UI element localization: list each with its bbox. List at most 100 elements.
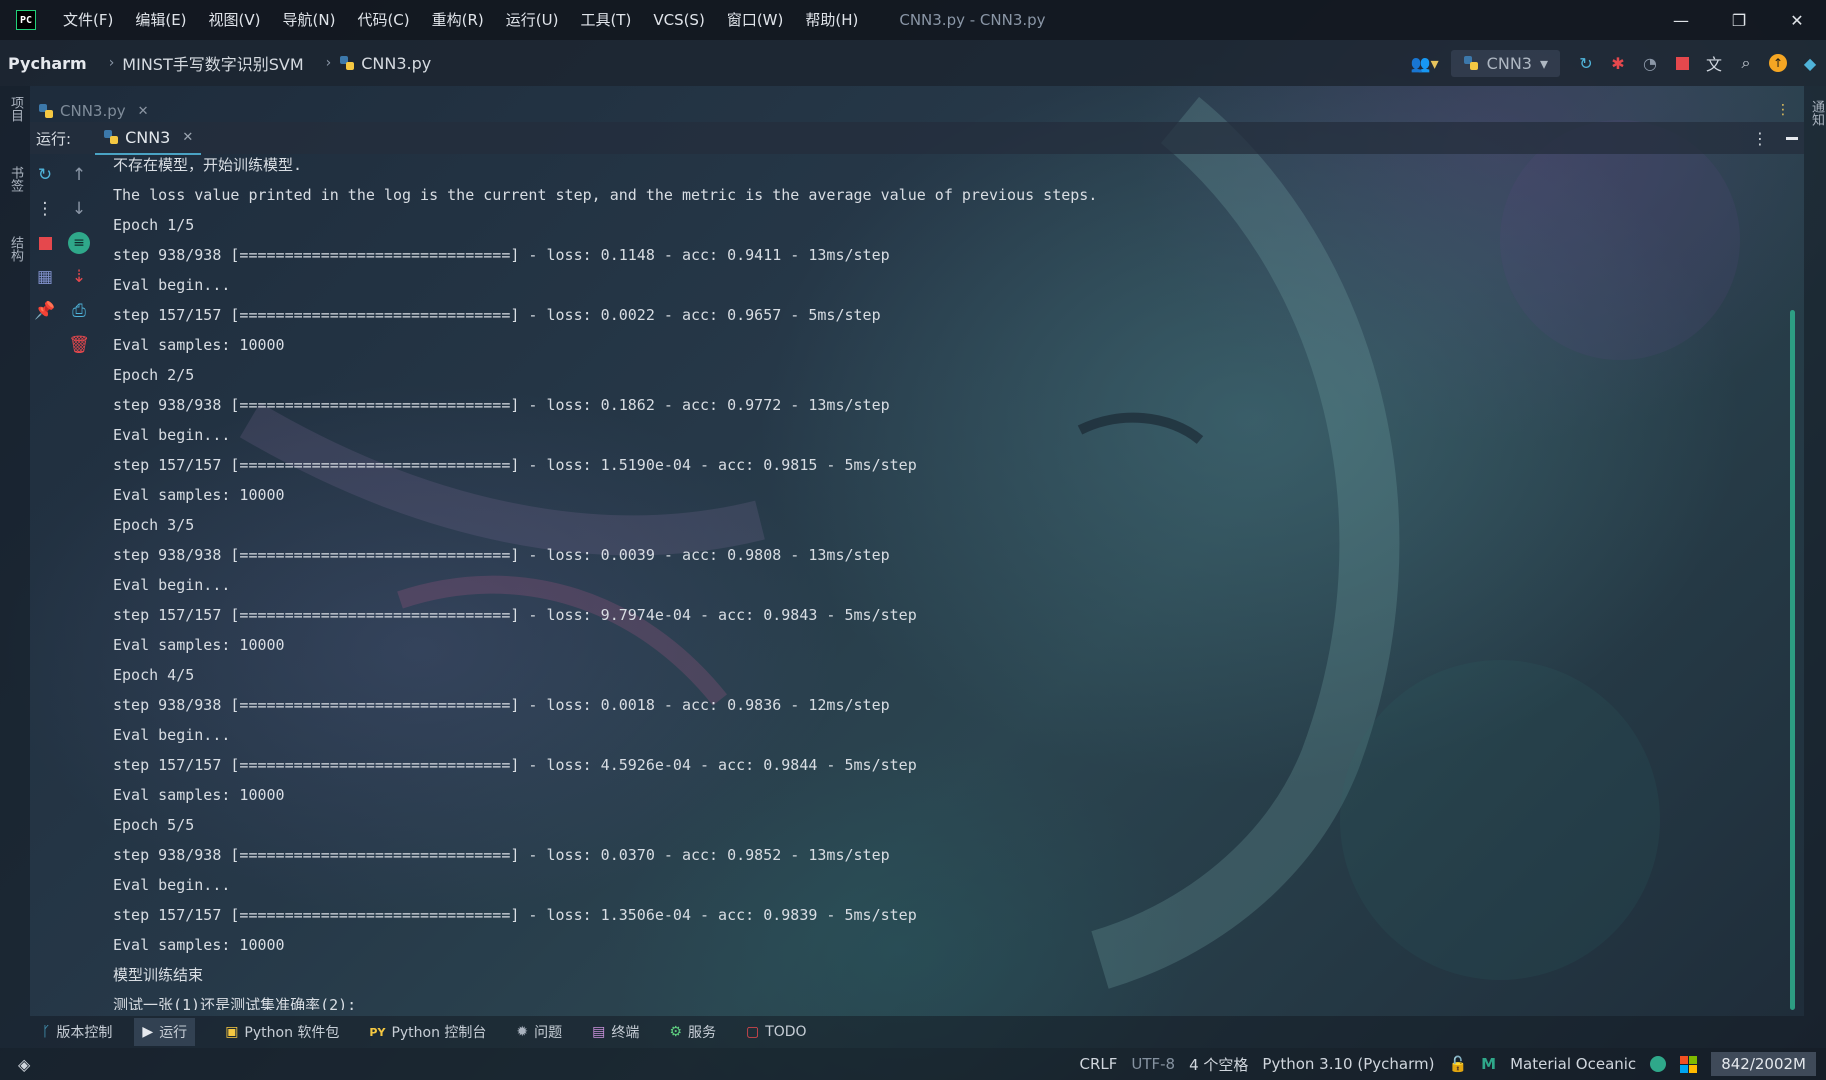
run-config-selector[interactable]: CNN3 ▾ [1450,49,1560,77]
update-icon[interactable]: ↑ [1762,40,1794,86]
line-separator[interactable]: CRLF [1079,1055,1117,1073]
window-controls: — ❐ ✕ [1652,0,1826,40]
tab-run[interactable]: ▶ 运行 [134,1018,196,1046]
pin-icon[interactable]: 📌 [32,296,58,326]
hide-panel-icon[interactable] [1786,136,1798,140]
pycharm-logo-icon: PC [16,10,36,30]
menu-tools[interactable]: 工具(T) [569,0,642,40]
menu-run[interactable]: 运行(U) [495,0,570,40]
rerun-icon[interactable]: ↻ [32,160,58,190]
tab-problems[interactable]: ✹ 问题 [516,1022,562,1042]
search-icon[interactable]: ⌕ [1730,40,1762,86]
lock-icon[interactable]: 🔓 [1448,1055,1467,1073]
tab-terminal[interactable]: ▤ 终端 [592,1022,639,1042]
breadcrumb-folder-label: MINST手写数字识别SVM [122,55,304,74]
more-options-icon[interactable]: ⋮ [32,194,58,224]
tab-python-console[interactable]: PY Python 控制台 [369,1022,486,1042]
console-line: 模型训练结束 [113,966,204,984]
windows-icon [1680,1055,1698,1073]
menu-navigate[interactable]: 导航(N) [272,0,347,40]
theme-icon: M [1481,1055,1497,1073]
minimize-button[interactable]: — [1652,0,1710,40]
debug-icon[interactable]: ✱ [1602,40,1634,86]
breadcrumb-folder[interactable]: MINST手写数字识别SVM [122,51,303,75]
menu-file[interactable]: 文件(F) [52,0,124,40]
breadcrumb-file[interactable]: CNN3.py [339,54,431,73]
menu-view[interactable]: 视图(V) [198,0,272,40]
project-tool-tab[interactable]: 项目 [5,96,25,122]
chevron-right-icon: › [108,55,115,71]
tab-label: 终端 [611,1025,640,1041]
python-file-icon [1463,56,1478,70]
soft-wrap-icon[interactable]: ≡ [66,228,92,258]
python-console-icon: PY [369,1025,386,1039]
run-toolbar-primary: ↻ ⋮ ▦ 📌 [32,160,58,330]
arrow-up-icon[interactable]: ↑ [66,160,92,190]
python-file-icon [39,104,53,118]
file-encoding[interactable]: UTF-8 [1131,1055,1175,1073]
console-line: Epoch 5/5 [113,816,195,834]
console-line: Eval samples: 10000 [113,936,285,954]
navbar-toolbar: 👥▾ CNN3 ▾ ↻ ✱ ◔ 文 ⌕ ↑ ◆ [1409,40,1826,86]
editor-tab-cnn3[interactable]: CNN3.py ✕ [38,102,149,120]
branch-icon: ᚴ [42,1024,51,1040]
tab-label: Python 控制台 [391,1025,487,1041]
console-line: Eval begin... [113,876,231,894]
theme-name[interactable]: Material Oceanic [1510,1055,1636,1073]
menu-window[interactable]: 窗口(W) [716,0,795,40]
console-line: Eval samples: 10000 [113,636,285,654]
console-line: step 938/938 [==========================… [113,546,890,564]
editor-tab-row: CNN3.py ✕ ⋮ [30,100,1804,122]
more-options-icon[interactable]: ⋮ [1752,129,1768,148]
rerun-icon[interactable]: ↻ [1570,40,1602,86]
scroll-to-end-icon[interactable]: ⇣ [66,262,92,292]
right-tool-strip: 通知 [1804,86,1826,1016]
menu-code[interactable]: 代码(C) [346,0,420,40]
close-icon[interactable]: ✕ [182,130,193,145]
console-line: Eval samples: 10000 [113,336,285,354]
package-icon: ▣ [225,1024,239,1040]
tab-todo[interactable]: ▢ TODO [746,1024,807,1040]
layers-icon[interactable]: ◈ [18,1055,30,1074]
menu-vcs[interactable]: VCS(S) [642,0,715,40]
tab-services[interactable]: ⚙ 服务 [669,1022,716,1042]
left-tool-strip: 项目 书签 结构 [0,86,30,1016]
menu-refactor[interactable]: 重构(R) [421,0,495,40]
console-line: step 157/157 [==========================… [113,456,917,474]
menu-help[interactable]: 帮助(H) [794,0,869,40]
console-line: step 157/157 [==========================… [113,306,881,324]
more-options-icon[interactable]: ⋮ [1776,102,1790,118]
menu-edit[interactable]: 编辑(E) [124,0,197,40]
indent-setting[interactable]: 4 个空格 [1189,1054,1248,1075]
plugin-icon[interactable]: ◆ [1794,40,1826,86]
close-button[interactable]: ✕ [1768,0,1826,40]
stop-icon[interactable] [32,228,58,258]
tab-python-packages[interactable]: ▣ Python 软件包 [225,1022,339,1042]
notifications-tool-tab[interactable]: 通知 [1806,100,1826,126]
restore-button[interactable]: ❐ [1710,0,1768,40]
print-icon[interactable]: ⎙ [66,296,92,326]
structure-tool-tab[interactable]: 结构 [5,236,25,262]
translate-icon[interactable]: 文 [1698,40,1730,86]
close-icon[interactable]: ✕ [138,104,149,119]
users-icon[interactable]: 👥▾ [1409,40,1441,86]
console-scrollbar[interactable] [1790,310,1795,1010]
arrow-down-icon[interactable]: ↓ [66,194,92,224]
coverage-icon[interactable]: ◔ [1634,40,1666,86]
project-name[interactable]: Pycharm [8,54,87,73]
status-dot-icon [1650,1056,1667,1072]
layout-icon[interactable]: ▦ [32,262,58,292]
bookmarks-tool-tab[interactable]: 书签 [5,166,25,192]
tab-label: 问题 [534,1025,563,1041]
console-line: Eval begin... [113,276,231,294]
tab-version-control[interactable]: ᚴ 版本控制 [42,1022,112,1042]
console-output[interactable]: 不存在模型，开始训练模型. The loss value printed in t… [113,150,1773,1010]
memory-indicator[interactable]: 842/2002M [1711,1052,1816,1076]
stop-icon[interactable] [1666,40,1698,86]
console-line: Eval samples: 10000 [113,786,285,804]
clear-trash-icon[interactable]: 🗑 [66,330,92,360]
run-icon: ▶ [142,1024,154,1040]
python-interpreter[interactable]: Python 3.10 (Pycharm) [1262,1055,1434,1073]
console-line: Epoch 1/5 [113,216,195,234]
console-line: Eval samples: 10000 [113,486,285,504]
